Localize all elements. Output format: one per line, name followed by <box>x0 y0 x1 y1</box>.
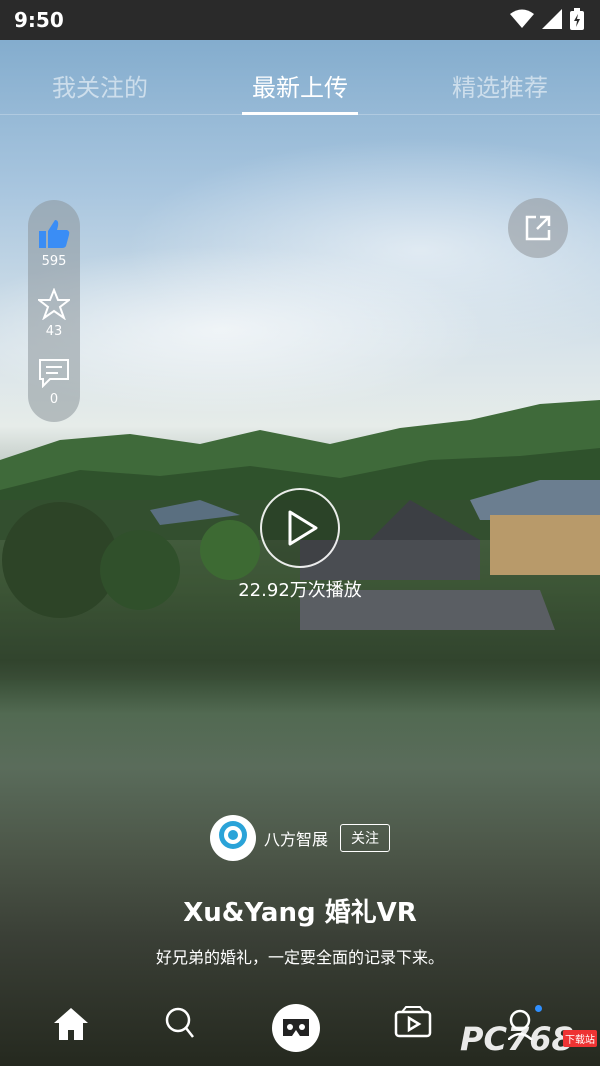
favorite-count: 43 <box>45 324 63 339</box>
share-icon <box>524 214 552 246</box>
comment-icon <box>38 359 70 392</box>
battery-icon <box>570 8 584 34</box>
like-button[interactable]: 595 <box>28 218 80 269</box>
home-icon <box>52 1008 90 1046</box>
favorite-button[interactable]: 43 <box>28 287 80 339</box>
notification-dot <box>535 1005 542 1012</box>
video-title: Xu&Yang 婚礼VR <box>183 898 417 928</box>
vr-glasses-icon <box>281 1016 311 1044</box>
comment-button[interactable]: 0 <box>28 358 80 407</box>
watermark-badge: 下载站 <box>563 1030 597 1047</box>
share-button[interactable] <box>508 198 568 258</box>
vr-mode-button[interactable] <box>272 1004 320 1052</box>
nav-search[interactable] <box>164 1006 196 1044</box>
nav-videos[interactable] <box>394 1006 432 1042</box>
top-tabs: 我关注的 最新上传 精选推荐 <box>0 40 600 115</box>
search-icon <box>164 1007 196 1044</box>
author-avatar[interactable] <box>210 815 256 861</box>
nav-home[interactable] <box>52 1006 90 1046</box>
tab-latest[interactable]: 最新上传 <box>200 68 400 103</box>
wifi-icon <box>510 9 534 33</box>
video-description: 好兄弟的婚礼，一定要全面的记录下来。 <box>155 948 444 967</box>
video-icon <box>394 1006 432 1042</box>
play-count: 22.92万次播放 <box>238 580 362 601</box>
signal-icon <box>542 9 562 33</box>
thumbs-up-icon <box>38 220 70 254</box>
status-bar: 9:50 <box>0 0 600 40</box>
play-button[interactable] <box>260 488 340 568</box>
watermark-logo: PC768 <box>460 1020 574 1058</box>
tab-featured[interactable]: 精选推荐 <box>400 68 600 103</box>
like-count: 595 <box>41 254 67 269</box>
comment-count: 0 <box>49 392 59 407</box>
author-name[interactable]: 八方智展 <box>264 826 328 850</box>
play-icon <box>288 510 318 550</box>
follow-button[interactable]: 关注 <box>340 824 391 852</box>
action-panel: 595 43 0 <box>28 200 80 422</box>
status-time: 9:50 <box>14 8 64 32</box>
tab-following[interactable]: 我关注的 <box>0 68 200 103</box>
active-tab-indicator <box>242 112 358 115</box>
author-row: 八方智展 关注 <box>210 815 391 861</box>
star-icon <box>36 287 72 324</box>
